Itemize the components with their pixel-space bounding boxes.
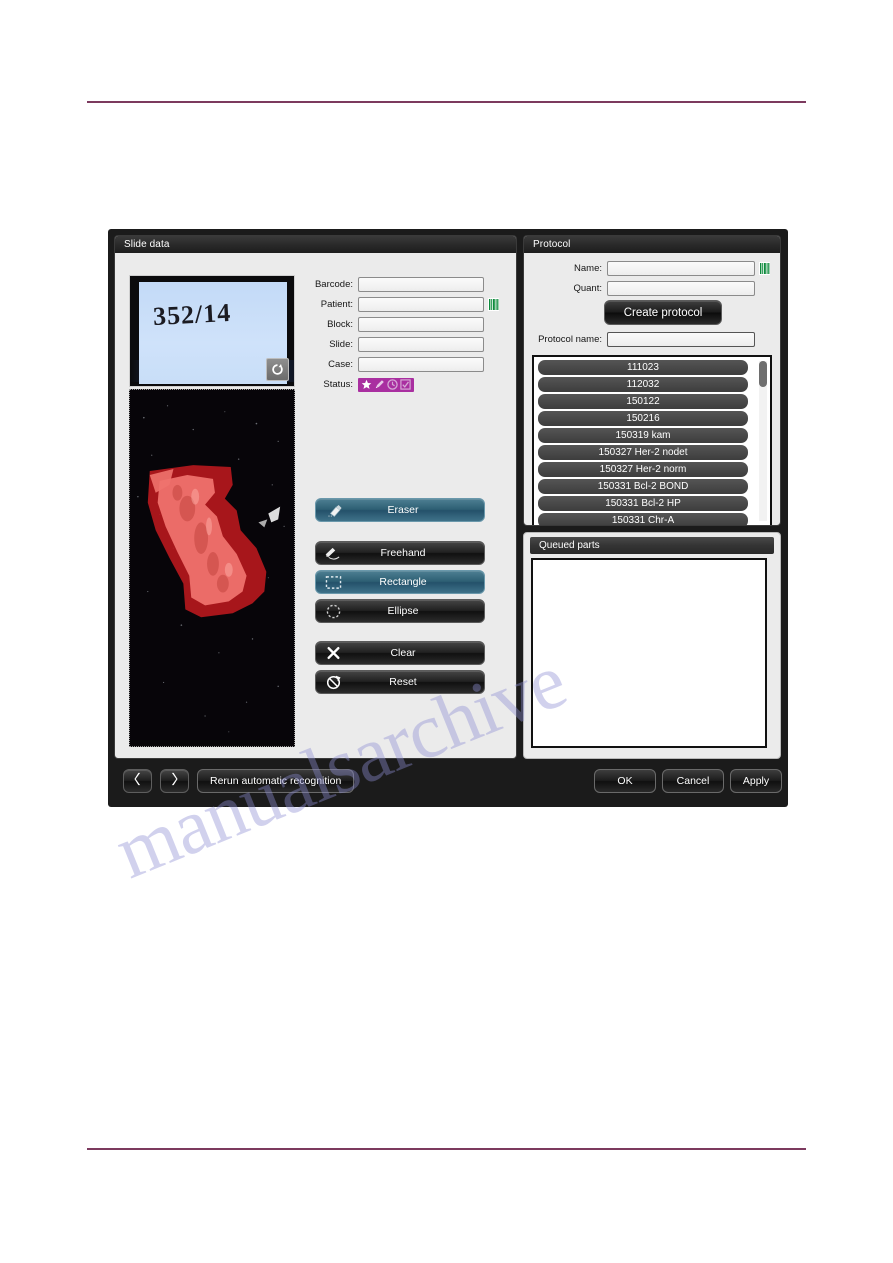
- case-label: Case:: [328, 359, 353, 370]
- protocol-name-label: Protocol name:: [538, 334, 602, 345]
- list-item[interactable]: 150319 kam: [538, 428, 748, 443]
- clear-button[interactable]: Clear: [315, 641, 485, 665]
- cancel-button-label: Cancel: [676, 775, 710, 787]
- tissue-annotation-canvas[interactable]: [130, 390, 294, 744]
- next-slide-button[interactable]: [160, 769, 189, 793]
- tissue-preview-image[interactable]: [129, 389, 295, 747]
- freehand-pencil-icon: [316, 546, 350, 561]
- protocol-panel-title: Protocol: [524, 236, 780, 253]
- protocol-name-field-input[interactable]: [607, 261, 755, 276]
- case-input[interactable]: [358, 357, 484, 372]
- rerun-button-label: Rerun automatic recognition: [210, 775, 342, 787]
- eraser-tool-label: Eraser: [387, 504, 419, 516]
- protocol-name-row: Protocol name:: [524, 332, 755, 347]
- prow-quant: Quant:: [524, 281, 780, 296]
- list-item[interactable]: 150331 Bcl-2 BOND: [538, 479, 748, 494]
- barcode-scan-icon[interactable]: [488, 298, 499, 311]
- checkbox-icon: [400, 379, 411, 390]
- refresh-icon[interactable]: [266, 358, 289, 381]
- slide-input[interactable]: [358, 337, 484, 352]
- field-row-status: Status:: [301, 377, 501, 392]
- protocol-form: Name: Quant:: [524, 261, 780, 301]
- status-label: Status:: [323, 379, 353, 390]
- protocol-list-scroll-thumb[interactable]: [759, 361, 767, 387]
- queued-parts-list[interactable]: [531, 558, 767, 748]
- protocol-name-field-label: Name:: [574, 263, 602, 274]
- apply-button-label: Apply: [742, 775, 770, 787]
- field-row-block: Block:: [301, 317, 501, 332]
- eraser-icon: [316, 503, 350, 518]
- prow-name: Name:: [524, 261, 780, 276]
- list-item[interactable]: 150331 Bcl-2 HP: [538, 496, 748, 511]
- reset-button-label: Reset: [389, 676, 417, 688]
- list-item[interactable]: 150216: [538, 411, 748, 426]
- clock-icon: [387, 379, 398, 390]
- ellipse-tool-button[interactable]: Ellipse: [315, 599, 485, 623]
- previous-slide-button[interactable]: [123, 769, 152, 793]
- protocol-list[interactable]: 111023 112032 150122 150216 150319 kam 1…: [532, 355, 772, 525]
- quant-label: Quant:: [573, 283, 602, 294]
- clear-button-label: Clear: [390, 647, 416, 659]
- patient-label: Patient:: [320, 299, 353, 310]
- block-label: Block:: [327, 319, 353, 330]
- block-input[interactable]: [358, 317, 484, 332]
- page-header-rule: [87, 101, 806, 103]
- slide-data-form: Barcode: Patient: Block: Slide: Case: St…: [301, 277, 501, 397]
- quant-input[interactable]: [607, 281, 755, 296]
- patient-input[interactable]: [358, 297, 484, 312]
- list-item[interactable]: 150331 Chr-A: [538, 513, 748, 525]
- queued-parts-title: Queued parts: [530, 537, 774, 554]
- barcode-scan-icon[interactable]: [759, 262, 770, 275]
- field-row-slide: Slide:: [301, 337, 501, 352]
- cross-icon: [316, 646, 350, 660]
- cancel-button[interactable]: Cancel: [662, 769, 724, 793]
- create-protocol-button[interactable]: Create protocol: [604, 300, 722, 325]
- protocol-name-input[interactable]: [607, 332, 755, 347]
- create-protocol-button-label: Create protocol: [623, 306, 703, 319]
- field-row-case: Case:: [301, 357, 501, 372]
- field-row-barcode: Barcode:: [301, 277, 501, 292]
- list-item[interactable]: 150122: [538, 394, 748, 409]
- freehand-tool-button[interactable]: Freehand: [315, 541, 485, 565]
- eraser-tool-button[interactable]: Eraser: [315, 498, 485, 522]
- freehand-tool-label: Freehand: [380, 547, 426, 559]
- slide-data-panel: Slide data 352/14 Barcode: Patient: Bloc…: [114, 235, 517, 759]
- field-row-patient: Patient:: [301, 297, 501, 312]
- protocol-panel: Protocol Name: Quant: Create protocol Pr…: [523, 235, 781, 526]
- chevron-left-icon: [133, 772, 142, 791]
- rectangle-tool-label: Rectangle: [379, 576, 427, 588]
- annotation-tools: Eraser Freehand Rectangle Ellipse Clear …: [315, 498, 485, 699]
- slide-protocol-dialog: Slide data 352/14 Barcode: Patient: Bloc…: [108, 229, 788, 807]
- barcode-input[interactable]: [358, 277, 484, 292]
- slide-label: Slide:: [329, 339, 353, 350]
- protocol-list-scrollbar[interactable]: [759, 361, 767, 521]
- list-item[interactable]: 111023: [538, 360, 748, 375]
- ok-button-label: OK: [617, 775, 633, 787]
- apply-button[interactable]: Apply: [730, 769, 782, 793]
- reset-button[interactable]: Reset: [315, 670, 485, 694]
- pencil-icon: [375, 380, 384, 389]
- rectangle-marquee-icon: [316, 575, 350, 590]
- list-item[interactable]: 112032: [538, 377, 748, 392]
- chevron-right-icon: [170, 772, 179, 791]
- slide-label-thumbnail[interactable]: 352/14: [129, 275, 295, 387]
- reset-circle-icon: [316, 675, 350, 690]
- slide-label-handwriting: 352/14: [152, 297, 232, 332]
- slide-label-paper: 352/14: [139, 282, 287, 384]
- page-footer-rule: [87, 1148, 806, 1150]
- star-icon: [361, 379, 372, 389]
- ellipse-tool-label: Ellipse: [387, 605, 419, 617]
- list-item[interactable]: 150327 Her-2 nodet: [538, 445, 748, 460]
- list-item[interactable]: 150327 Her-2 norm: [538, 462, 748, 477]
- ellipse-marquee-icon: [316, 604, 350, 619]
- rerun-automatic-recognition-button[interactable]: Rerun automatic recognition: [197, 769, 355, 793]
- dialog-bottom-bar: Rerun automatic recognition OK Cancel Ap…: [114, 763, 782, 801]
- ok-button[interactable]: OK: [594, 769, 656, 793]
- queued-parts-panel: Queued parts: [523, 532, 781, 759]
- status-badge[interactable]: [358, 377, 414, 392]
- rectangle-tool-button[interactable]: Rectangle: [315, 570, 485, 594]
- slide-data-panel-title: Slide data: [115, 236, 516, 253]
- barcode-label: Barcode:: [314, 279, 353, 290]
